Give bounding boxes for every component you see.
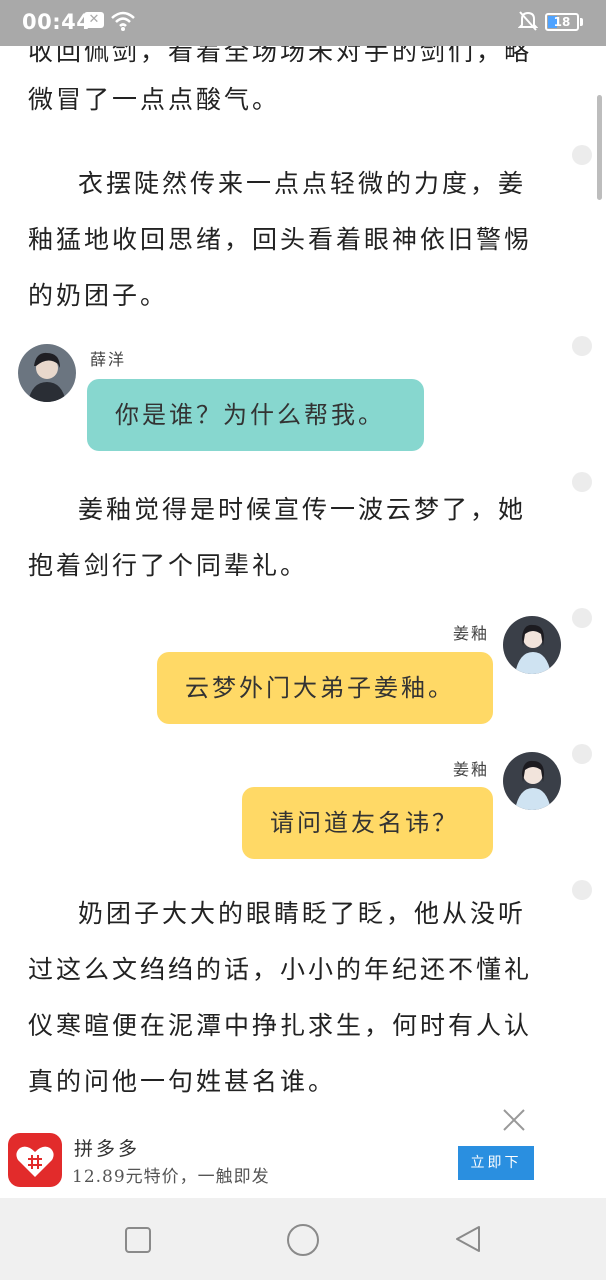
paragraph-3: 奶团子大大的眼睛眨了眨，他从没听过这么文绉绉的话，小小的年纪还不懂礼仪寒暄便在泥… <box>28 899 533 1096</box>
battery-indicator: 18 <box>545 13 579 31</box>
battery-tip <box>580 18 583 26</box>
speaker-name: 薛洋 <box>90 350 127 369</box>
comment-dot[interactable] <box>572 336 592 356</box>
bell-off-icon <box>518 11 538 31</box>
chat-bubble-3: 请问道友名讳？ <box>242 787 493 859</box>
square-icon[interactable] <box>124 1226 152 1254</box>
comment-dot[interactable] <box>572 472 592 492</box>
comment-dot[interactable] <box>572 145 592 165</box>
wifi-icon <box>111 11 135 31</box>
paragraph-2: 姜釉觉得是时候宣传一波云梦了，她抱着剑行了个同辈礼。 <box>28 495 527 580</box>
avatar-jiangyou[interactable] <box>503 616 561 674</box>
status-bar: 00:44 ✕ 18 <box>0 0 606 46</box>
scrollbar[interactable] <box>597 95 602 200</box>
pinduoduo-logo <box>8 1133 62 1187</box>
comment-dot[interactable] <box>572 608 592 628</box>
paragraph-top: 微冒了一点点酸气。 <box>28 85 281 114</box>
triangle-back-icon[interactable] <box>453 1224 483 1254</box>
navigation-bar <box>0 1198 606 1280</box>
ad-download-button[interactable]: 立即下 <box>458 1146 534 1180</box>
comment-dot[interactable] <box>572 880 592 900</box>
comment-dot[interactable] <box>572 744 592 764</box>
avatar-jiangyou[interactable] <box>503 752 561 810</box>
close-icon[interactable] <box>500 1106 528 1134</box>
ad-description: 12.89元特价，一触即发 <box>72 1167 270 1187</box>
ad-title: 拼多多 <box>74 1138 141 1160</box>
avatar-xueyang[interactable] <box>18 344 76 402</box>
status-time: 00:44 <box>22 10 92 34</box>
speaker-name: 姜釉 <box>453 760 490 779</box>
close-box-icon: ✕ <box>84 12 104 28</box>
battery-level: 18 <box>553 15 571 29</box>
chat-bubble-1: 你是谁？为什么帮我。 <box>87 379 424 451</box>
speaker-name: 姜釉 <box>453 624 490 643</box>
circle-icon[interactable] <box>286 1223 320 1257</box>
paragraph-1: 衣摆陡然传来一点点轻微的力度，姜釉猛地收回思绪，回头看着眼神依旧警惕的奶团子。 <box>28 169 533 310</box>
ad-banner[interactable]: 拼多多 12.89元特价，一触即发 立即下 <box>0 1100 606 1200</box>
chat-bubble-2: 云梦外门大弟子姜釉。 <box>157 652 493 724</box>
reader-content[interactable]: 收回佩剑，看着全场场未对手的剑们，略 微冒了一点点酸气。 衣摆陡然传来一点点轻微… <box>0 46 606 1126</box>
